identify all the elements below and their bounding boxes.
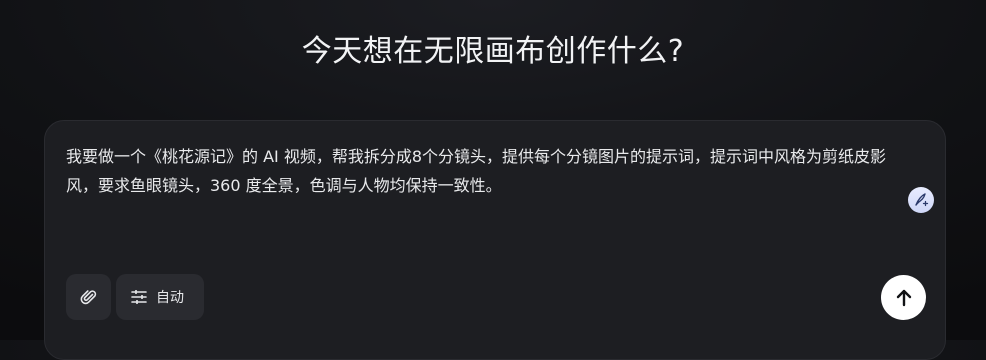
attach-button[interactable]: [66, 274, 111, 320]
sliders-icon: [130, 288, 148, 306]
prompt-input[interactable]: 我要做一个《桃花源记》的 AI 视频，帮我拆分成8个分镜头，提供每个分镜图片的提…: [66, 142, 916, 200]
mode-label: 自动: [156, 290, 184, 306]
prompt-optimize-button[interactable]: [908, 187, 934, 213]
arrow-up-icon: [894, 288, 914, 308]
page-title: 今天想在无限画布创作什么?: [301, 34, 685, 69]
prompt-composer[interactable]: 我要做一个《桃花源记》的 AI 视频，帮我拆分成8个分镜头，提供每个分镜图片的提…: [44, 120, 946, 360]
paperclip-icon: [80, 288, 98, 306]
quill-sparkle-icon: [913, 192, 929, 208]
send-button[interactable]: [881, 275, 926, 320]
mode-select-button[interactable]: 自动: [116, 274, 204, 320]
